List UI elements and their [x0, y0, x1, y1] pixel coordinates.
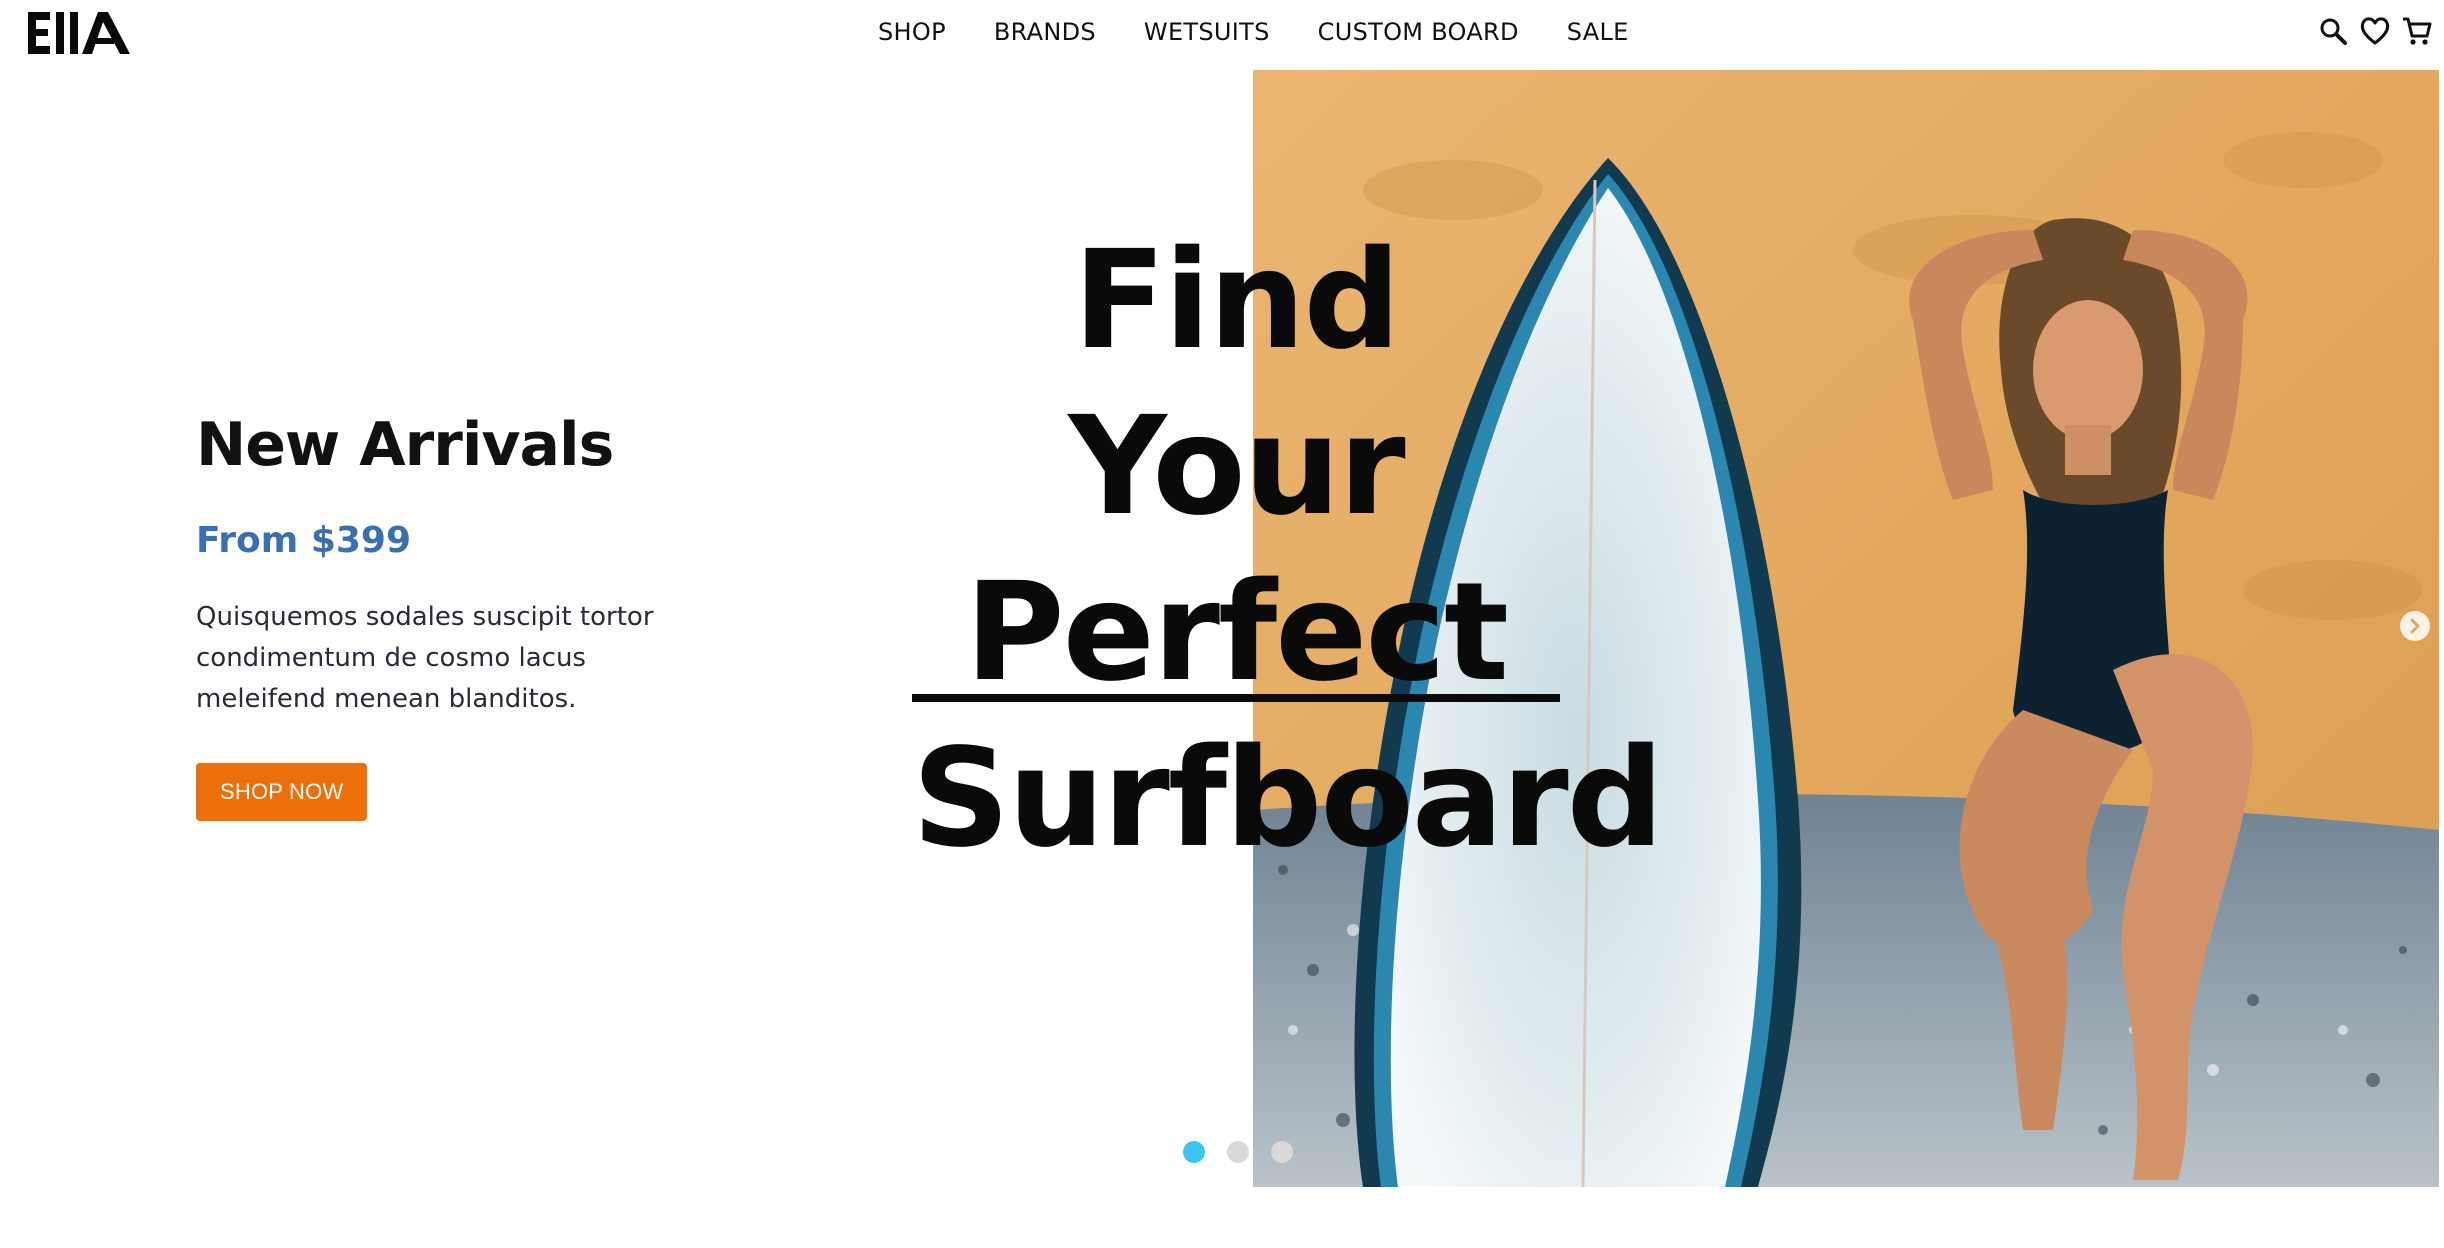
carousel-dot-1[interactable]: [1183, 1141, 1205, 1163]
headline-line-1: Find Your: [1068, 222, 1405, 546]
cart-icon[interactable]: [2400, 14, 2434, 48]
carousel-pagination: [1183, 1141, 1293, 1163]
elia-logo-mark: [28, 12, 130, 54]
nav-item-wetsuits[interactable]: WETSUITS: [1144, 18, 1270, 46]
search-icon[interactable]: [2316, 14, 2350, 48]
header-actions: [2316, 14, 2434, 48]
hero-headline: Find Your Perfect Surfboard: [912, 218, 1664, 882]
hero-copy: New Arrivals From $399 Quisquemos sodale…: [196, 410, 716, 821]
headline-line-3: Surfboard: [912, 720, 1664, 878]
main-nav: SHOP BRANDS WETSUITS CUSTOM BOARD SALE: [878, 0, 1629, 64]
next-slide-arrow-icon[interactable]: [2400, 611, 2430, 641]
nav-item-shop[interactable]: SHOP: [878, 18, 946, 46]
hero-eyebrow-title: New Arrivals: [196, 410, 614, 480]
carousel-dot-3[interactable]: [1271, 1141, 1293, 1163]
nav-item-brands[interactable]: BRANDS: [994, 18, 1096, 46]
headline-underline: [912, 694, 1560, 702]
nav-item-sale[interactable]: SALE: [1567, 18, 1629, 46]
hero-price: From $399: [196, 520, 412, 561]
carousel-dot-2[interactable]: [1227, 1141, 1249, 1163]
brand-logo[interactable]: [26, 6, 136, 60]
heart-icon[interactable]: [2358, 14, 2392, 48]
shop-now-button[interactable]: SHOP NOW: [196, 763, 368, 821]
hero-description: Quisquemos sodales suscipit tortor condi…: [196, 602, 654, 714]
headline-line-2: Perfect: [964, 554, 1509, 712]
site-header: SHOP BRANDS WETSUITS CUSTOM BOARD SALE: [0, 0, 2444, 70]
nav-item-custom-board[interactable]: CUSTOM BOARD: [1318, 18, 1519, 46]
